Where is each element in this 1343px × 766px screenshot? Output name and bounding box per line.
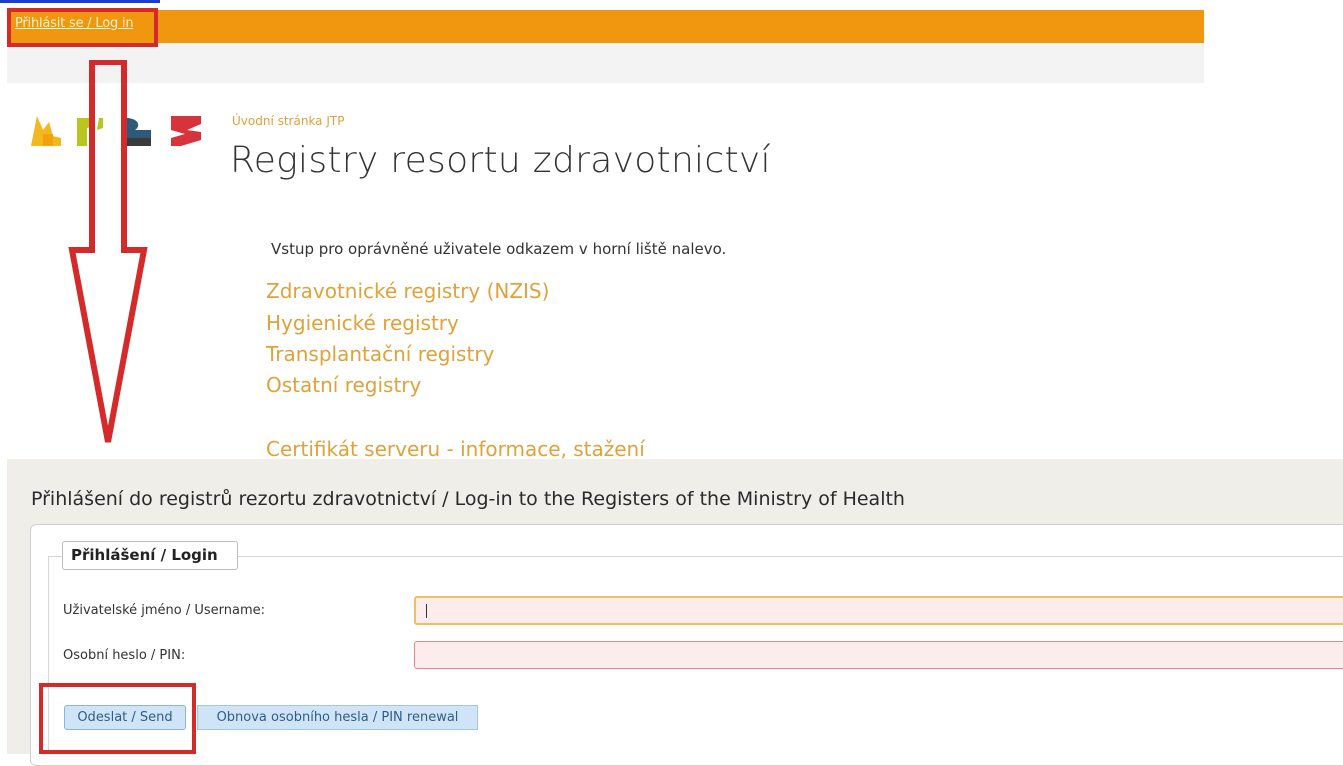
link-hygiene-registries[interactable]: Hygienické registry bbox=[266, 311, 459, 335]
edge-cover bbox=[0, 718, 7, 754]
pin-field[interactable] bbox=[414, 641, 1343, 669]
send-button[interactable]: Odeslat / Send bbox=[64, 705, 186, 730]
intro-text: Vstup pro oprávněné uživatele odkazem v … bbox=[271, 240, 727, 258]
breadcrumb[interactable]: Úvodní stránka JTP bbox=[232, 114, 344, 128]
top-bar bbox=[7, 10, 1204, 43]
blue-accent-line bbox=[0, 0, 160, 3]
text-caret bbox=[426, 604, 427, 618]
login-link[interactable]: Přihlásit se / Log in bbox=[15, 16, 134, 31]
login-legend: Přihlášení / Login bbox=[62, 541, 238, 570]
logo-icon bbox=[31, 116, 201, 146]
secondary-bar bbox=[7, 43, 1204, 83]
login-title: Přihlášení do registrů rezortu zdravotni… bbox=[31, 488, 905, 510]
fieldset-border bbox=[48, 556, 1343, 557]
link-server-certificate[interactable]: Certifikát serveru - informace, stažení bbox=[266, 437, 645, 461]
username-label: Uživatelské jméno / Username: bbox=[63, 603, 266, 618]
username-field[interactable] bbox=[414, 596, 1343, 625]
page-title: Registry resortu zdravotnictví bbox=[230, 140, 771, 181]
link-other-registries[interactable]: Ostatní registry bbox=[266, 373, 421, 397]
link-transplant-registries[interactable]: Transplantační registry bbox=[266, 342, 494, 366]
fieldset-border-left bbox=[48, 556, 49, 754]
pin-renewal-button[interactable]: Obnova osobního hesla / PIN renewal bbox=[197, 705, 478, 730]
link-nzis-registries[interactable]: Zdravotnické registry (NZIS) bbox=[266, 279, 549, 303]
pin-label: Osobní heslo / PIN: bbox=[63, 648, 186, 663]
